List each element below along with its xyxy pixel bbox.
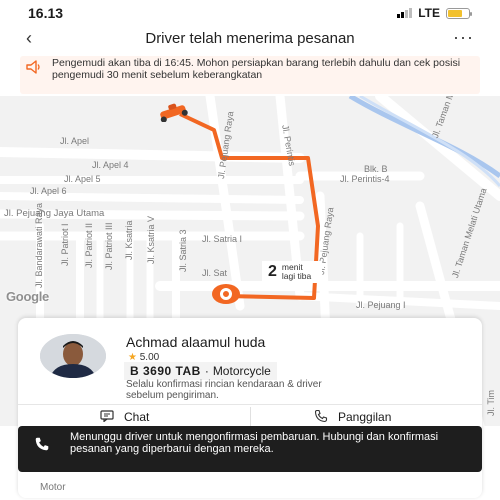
vehicle-section-label: Motor — [40, 482, 66, 493]
street-label: Jl. Perintis-4 — [340, 174, 390, 184]
signal-icon — [397, 8, 413, 18]
destination-marker-icon — [212, 284, 240, 304]
status-indicators: LTE — [397, 6, 472, 20]
street-label: Jl. Tim — [486, 390, 496, 416]
driver-avatar — [40, 334, 106, 378]
eta-badge: 2 menit lagi tiba — [262, 261, 322, 283]
eta-unit: menit lagi tiba — [281, 262, 312, 281]
street-label: Jl. Sat — [202, 268, 228, 278]
chat-label: Chat — [124, 410, 150, 424]
motorcycle-icon — [160, 103, 188, 122]
app-header: ‹ Driver telah menerima pesanan ··· — [0, 26, 500, 52]
driver-name: Achmad alaamul huda — [126, 334, 266, 350]
update-toast: Menunggu driver untuk mengonfirmasi pemb… — [18, 426, 482, 472]
action-bar: Chat Panggilan — [18, 404, 482, 428]
chat-icon — [100, 409, 114, 425]
street-label: Jl. Apel 4 — [92, 160, 129, 170]
street-label: Blk. B — [364, 164, 388, 174]
toast-text: Menunggu driver untuk mengonfirmasi pemb… — [70, 431, 439, 455]
street-label: Jl. Ksatria V — [146, 215, 156, 264]
status-time: 16.13 — [28, 5, 64, 21]
call-label: Panggilan — [338, 410, 392, 424]
street-label: Jl. Pejuang Jaya Utama — [4, 208, 105, 219]
megaphone-icon — [24, 59, 42, 80]
separator-dot: · — [204, 364, 209, 378]
plate-number: B 3690 TAB — [130, 364, 201, 378]
street-label: Jl. Ksatria — [124, 220, 134, 260]
street-label: Jl. Patriot II — [84, 222, 94, 268]
phone-icon — [314, 409, 328, 426]
divider — [250, 407, 251, 427]
phone-icon — [34, 436, 50, 457]
street-label: Jl. Satria 3 — [178, 229, 188, 272]
street-label: Jl. Patriot III — [104, 222, 114, 270]
street-label: Jl. Pejuang I — [356, 300, 406, 310]
street-label: Jl. Satria I — [202, 234, 243, 244]
vehicle-type: Motorcycle — [212, 364, 271, 378]
status-bar: 16.13 LTE — [0, 0, 500, 26]
street-label: Jl. Apel 6 — [30, 186, 67, 196]
ellipsis-icon[interactable]: ··· — [453, 27, 474, 48]
network-label: LTE — [418, 6, 440, 20]
arrival-notice: Pengemudi akan tiba di 16:45. Mohon pers… — [20, 56, 480, 94]
eta-value: 2 — [268, 263, 277, 280]
street-label: Jl. Patriot I — [60, 223, 70, 266]
vehicle-info: B 3690 TAB · Motorcycle — [124, 362, 277, 380]
battery-icon — [446, 7, 472, 19]
street-label: Jl. Apel 5 — [64, 174, 101, 184]
page-title: Driver telah menerima pesanan — [145, 30, 355, 47]
notice-text: Pengemudi akan tiba di 16:45. Mohon pers… — [52, 57, 461, 81]
confirm-note: Selalu konfirmasi rincian kendaraan & dr… — [126, 379, 322, 401]
google-logo: Google — [6, 289, 49, 304]
street-label: Jl. Bandarawati Raya — [34, 202, 44, 288]
street-label: Jl. Apel — [60, 136, 90, 146]
